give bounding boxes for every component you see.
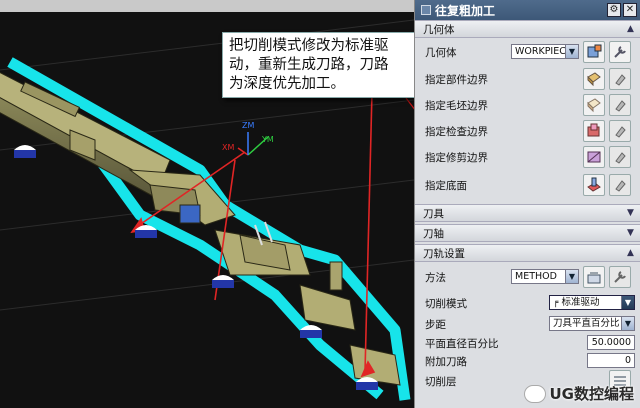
part-boundary-icon xyxy=(587,72,601,87)
percent-label: 平面直径百分比 xyxy=(425,337,499,350)
blank-boundary-icon xyxy=(587,98,601,113)
chevron-down-icon[interactable]: ▼ xyxy=(621,296,634,309)
chevron-down-icon[interactable]: ▼ xyxy=(565,45,578,58)
section-geometry-label: 几何体 xyxy=(423,23,455,36)
check-boundary-display-button[interactable] xyxy=(609,120,631,142)
part-geometry xyxy=(0,72,401,386)
cut-pattern-select[interactable]: ╒ 标准驱动 ▼ xyxy=(549,295,635,310)
edit-method-button[interactable] xyxy=(609,266,631,288)
method-icon xyxy=(587,272,601,284)
callout-line-1: 把切削模式修改为标准驱 xyxy=(229,38,389,54)
check-boundary-button[interactable] xyxy=(583,120,605,142)
check-boundary-icon xyxy=(587,123,600,137)
pattern-icon: ╒ xyxy=(553,298,559,308)
part-boundary-row: 指定部件边界 xyxy=(415,66,640,92)
percent-row: 平面直径百分比 50.0000 xyxy=(415,334,640,352)
flashlight-icon xyxy=(615,152,626,164)
blank-boundary-row: 指定毛坯边界 xyxy=(415,92,640,118)
trim-boundary-label: 指定修剪边界 xyxy=(425,151,488,164)
flashlight-icon xyxy=(615,180,626,192)
stepover-label: 步距 xyxy=(425,318,446,331)
trim-boundary-icon xyxy=(587,151,601,163)
flashlight-icon xyxy=(615,100,626,112)
geometry-row: 几何体 WORKPIECE ▼ xyxy=(415,38,640,66)
stepover-value: 刀具平直百分比 xyxy=(553,318,620,329)
floor-label: 指定底面 xyxy=(425,179,467,192)
axis-z-label: ZM xyxy=(242,121,254,130)
percent-input[interactable]: 50.0000 xyxy=(587,335,635,350)
graphics-viewport[interactable]: YM XM ZM 把切削模式修改为标准驱 动，重新生成刀路，刀路 为深度优先加工… xyxy=(0,0,414,408)
part-boundary-display-button[interactable] xyxy=(609,68,631,90)
method-select-value: METHOD xyxy=(515,271,557,282)
wrench-icon xyxy=(614,271,626,283)
cut-pattern-row: 切削模式 ╒ 标准驱动 ▼ xyxy=(415,292,640,314)
stepover-row: 步距 刀具平直百分比 ▼ xyxy=(415,314,640,334)
close-button[interactable]: ✕ xyxy=(623,3,637,17)
additional-passes-label: 附加刀路 xyxy=(425,355,467,368)
chevron-down-icon[interactable]: ▼ xyxy=(625,228,636,239)
cut-pattern-value: 标准驱动 xyxy=(561,297,600,308)
watermark-text: UG数控编程 xyxy=(549,385,635,403)
geometry-select-value: WORKPIECE xyxy=(515,46,572,57)
additional-passes-input[interactable]: 0 xyxy=(587,353,635,368)
callout-line-2: 动，重新生成刀路，刀路 xyxy=(229,57,389,73)
flashlight-icon xyxy=(615,74,626,86)
new-geometry-button[interactable] xyxy=(583,41,605,63)
annotation-callout: 把切削模式修改为标准驱 动，重新生成刀路，刀路 为深度优先加工。 xyxy=(222,32,414,98)
chevron-up-icon[interactable]: ▲ xyxy=(625,248,636,259)
chevron-down-icon[interactable]: ▼ xyxy=(565,270,578,283)
trim-boundary-display-button[interactable] xyxy=(609,146,631,168)
section-path-settings-label: 刀轨设置 xyxy=(423,247,465,260)
wrench-icon xyxy=(614,46,626,58)
method-select[interactable]: METHOD ▼ xyxy=(511,269,579,284)
cut-levels-label: 切削层 xyxy=(425,375,457,388)
blank-boundary-label: 指定毛坯边界 xyxy=(425,99,488,112)
section-axis-label: 刀轴 xyxy=(423,227,444,240)
callout-leader xyxy=(405,97,414,110)
blank-boundary-button[interactable] xyxy=(583,94,605,116)
dialog-title: 往复粗加工 xyxy=(435,3,496,18)
chevron-up-icon[interactable]: ▲ xyxy=(625,24,636,35)
section-tool[interactable]: 刀具 ▼ xyxy=(415,204,640,222)
method-label: 方法 xyxy=(425,271,446,284)
floor-display-button[interactable] xyxy=(609,174,631,196)
edit-geometry-button[interactable] xyxy=(609,41,631,63)
floor-row: 指定底面 xyxy=(415,170,640,200)
dialog-titlebar[interactable]: 往复粗加工 ⚙ ✕ xyxy=(415,0,640,20)
part-boundary-label: 指定部件边界 xyxy=(425,73,488,86)
geometry-label: 几何体 xyxy=(425,46,457,59)
section-axis[interactable]: 刀轴 ▼ xyxy=(415,224,640,242)
cut-pattern-label: 切削模式 xyxy=(425,297,467,310)
callout-line-3: 为深度优先加工。 xyxy=(229,76,345,92)
trim-boundary-button[interactable] xyxy=(583,146,605,168)
axis-x-label: XM xyxy=(222,143,234,152)
floor-icon xyxy=(587,177,601,192)
operation-dialog: 往复粗加工 ⚙ ✕ 几何体 ▲ 几何体 WORKPIECE ▼ 指定部件边界 指… xyxy=(414,0,640,408)
wechat-logo-icon xyxy=(523,384,546,403)
section-tool-label: 刀具 xyxy=(423,207,444,220)
check-boundary-label: 指定检查边界 xyxy=(425,125,488,138)
trim-boundary-row: 指定修剪边界 xyxy=(415,144,640,170)
chevron-down-icon[interactable]: ▼ xyxy=(621,317,634,330)
axis-y-label: YM xyxy=(261,135,274,144)
watermark: UG数控编程 xyxy=(523,383,635,404)
geometry-select[interactable]: WORKPIECE ▼ xyxy=(511,44,579,59)
additional-passes-row: 附加刀路 0 xyxy=(415,352,640,370)
flashlight-icon xyxy=(615,126,626,138)
section-geometry[interactable]: 几何体 ▲ xyxy=(415,20,640,38)
stepover-select[interactable]: 刀具平直百分比 ▼ xyxy=(549,316,635,331)
chevron-down-icon[interactable]: ▼ xyxy=(625,208,636,219)
new-method-button[interactable] xyxy=(583,266,605,288)
method-row: 方法 METHOD ▼ xyxy=(415,262,640,292)
check-boundary-row: 指定检查边界 xyxy=(415,118,640,144)
part-boundary-button[interactable] xyxy=(583,68,605,90)
gear-icon[interactable]: ⚙ xyxy=(607,3,621,17)
dialog-icon xyxy=(421,5,431,15)
section-path-settings[interactable]: 刀轨设置 ▲ xyxy=(415,244,640,262)
blank-boundary-display-button[interactable] xyxy=(609,94,631,116)
floor-button[interactable] xyxy=(583,174,605,196)
new-geometry-icon xyxy=(587,44,602,58)
